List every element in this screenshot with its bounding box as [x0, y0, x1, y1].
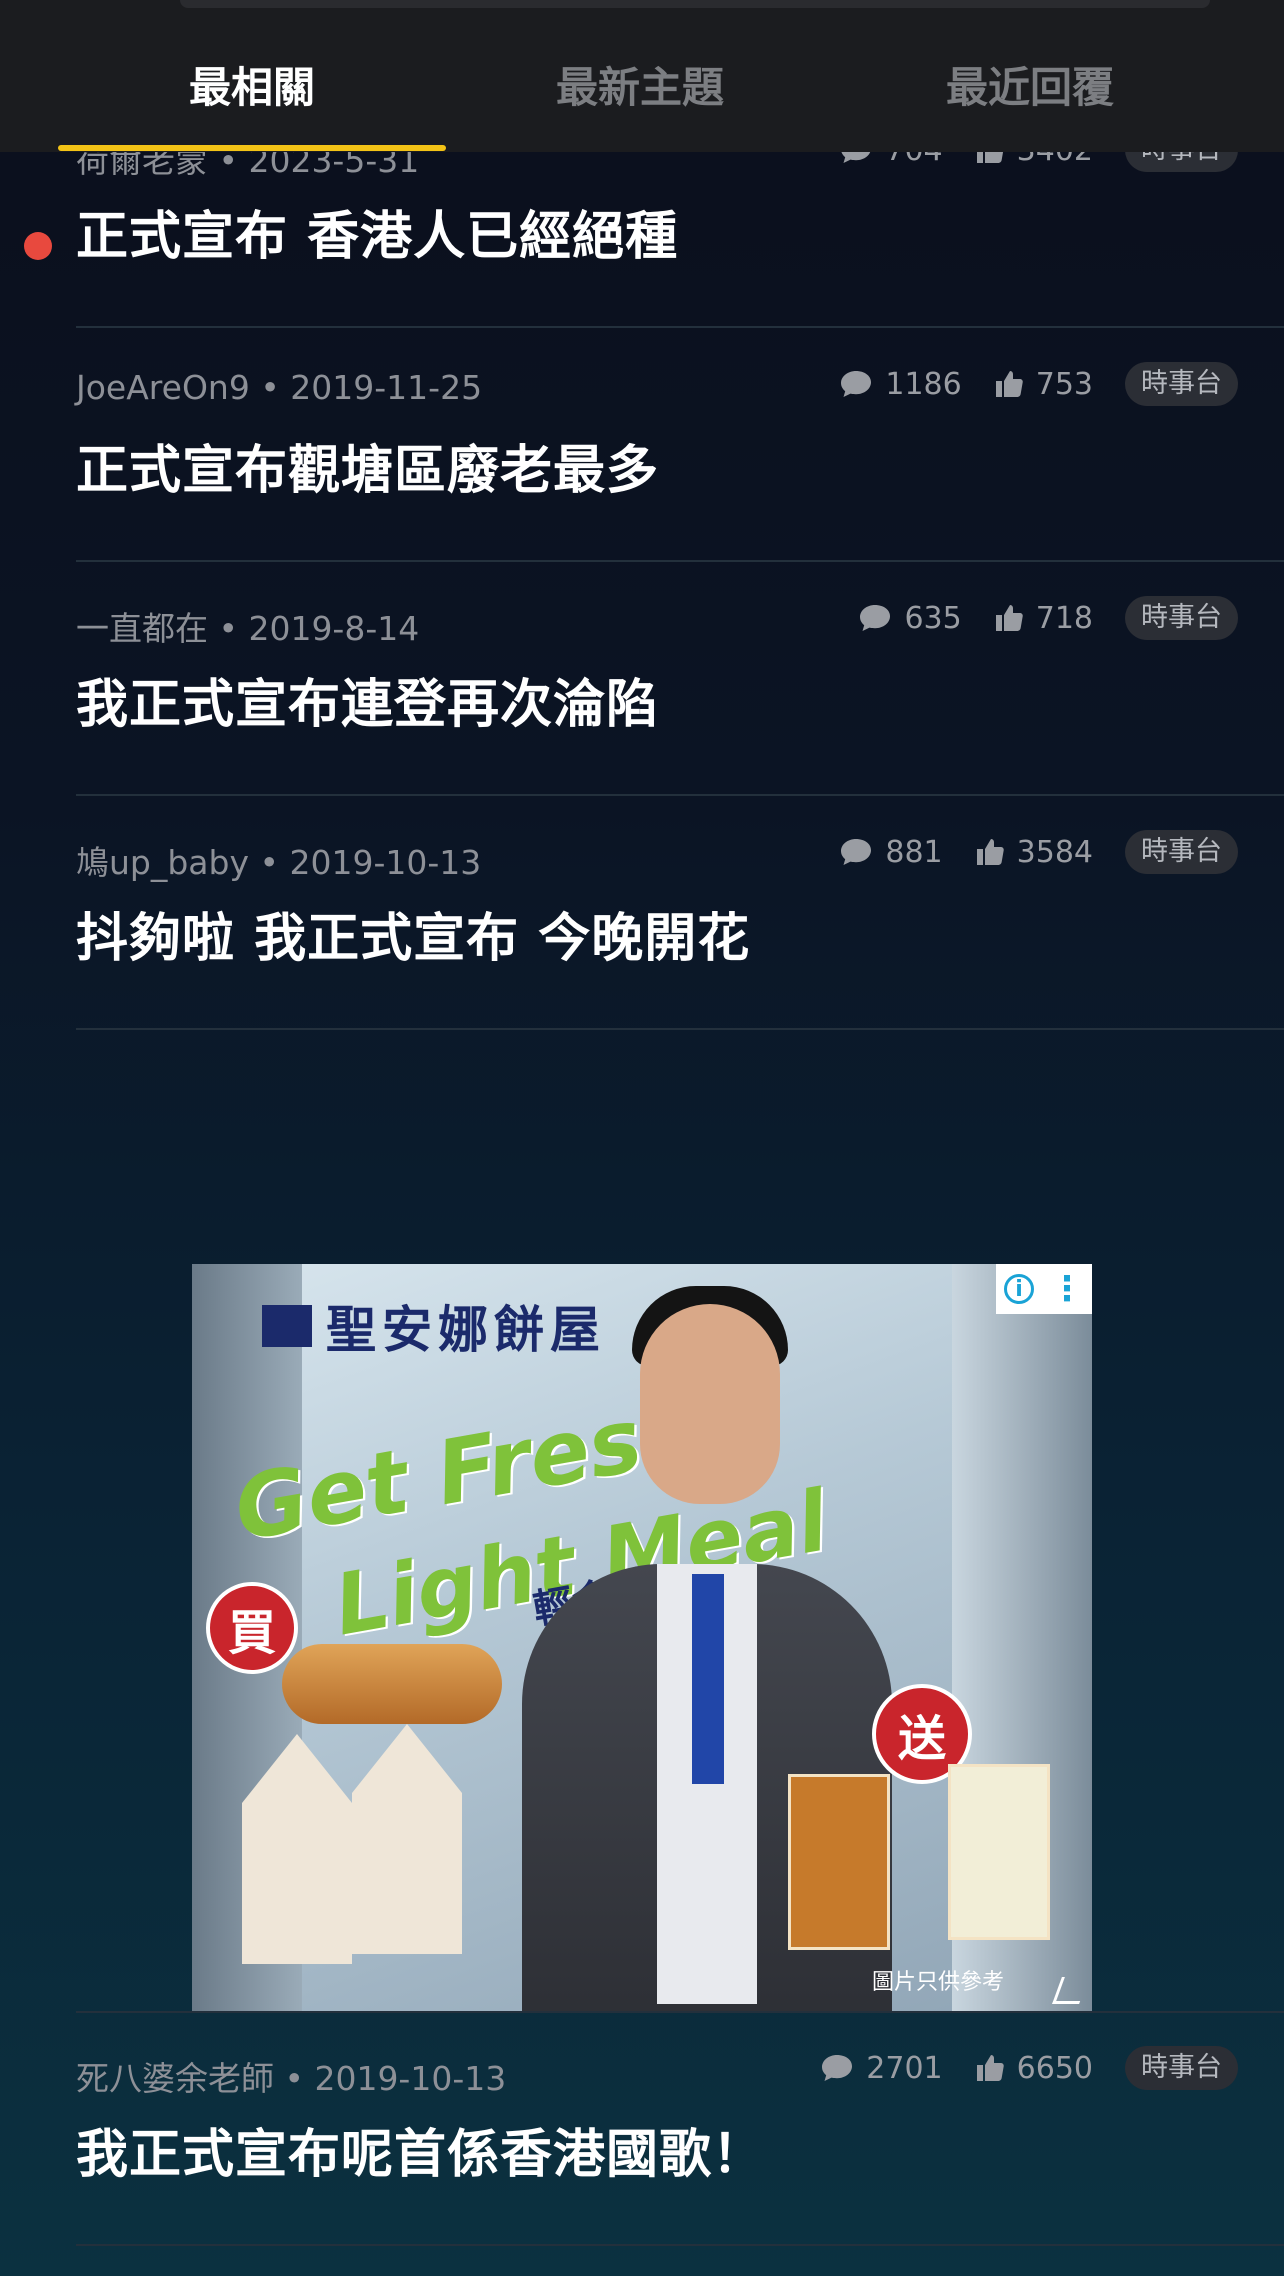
thread-author[interactable]: 一直都在 [76, 609, 208, 648]
meta-separator: • [274, 2059, 315, 2098]
like-count: 718 [994, 601, 1093, 636]
reply-count: 635 [858, 600, 962, 636]
ad-buy-badge: 買 [206, 1582, 298, 1674]
advertisement[interactable]: 聖安娜餅屋 Get Fresh! Light Meal 輕食簡餐 買 送 圖片只… [192, 1264, 1092, 2012]
thread-meta: 死八婆余老師 • 2019-10-13 [76, 2052, 506, 2100]
thread-meta: 一直都在 • 2019-8-14 [76, 602, 419, 650]
like-count: 753 [994, 367, 1093, 402]
thread-date: 2019-10-13 [314, 2059, 507, 2098]
like-count-value: 3584 [1016, 834, 1093, 870]
thumbs-up-icon [975, 837, 1005, 867]
reply-count-value: 635 [904, 600, 962, 636]
category-tag[interactable]: 時事台 [1125, 362, 1238, 406]
thumbs-up-icon [975, 2053, 1005, 2083]
thread-meta: 鳩up_baby • 2019-10-13 [76, 836, 481, 884]
ad-choices[interactable]: i ⋮ [996, 1264, 1092, 1314]
comment-icon [839, 369, 873, 399]
comment-icon [858, 603, 892, 633]
thread-title[interactable]: 抖夠啦 我正式宣布 今晚開花 [76, 896, 750, 971]
ad-brand: 聖安娜餅屋 [262, 1290, 606, 1362]
thread-stats: 635 718 時事台 [858, 592, 1238, 644]
meta-separator: • [208, 609, 249, 648]
like-count-value: 6650 [1016, 2050, 1093, 2086]
thread-stats: 2701 6650 時事台 [820, 2042, 1238, 2094]
thread-stats: 1186 753 時事台 [839, 358, 1238, 410]
search-bar-edge [180, 0, 1210, 8]
meta-separator: • [249, 843, 290, 882]
thread-meta: JoeAreOn9 • 2019-11-25 [76, 368, 482, 407]
ad-model-tie [692, 1574, 724, 1784]
reply-count: 881 [839, 834, 943, 870]
category-tag[interactable]: 時事台 [1125, 2046, 1238, 2090]
thread-title[interactable]: 正式宣布觀塘區廢老最多 [76, 428, 659, 503]
brand-logo-icon [262, 1305, 312, 1347]
thread-title[interactable]: 我正式宣布連登再次淪陷 [76, 662, 659, 737]
thread-row[interactable]: 一直都在 • 2019-8-14 635 718 時事台我正式宣布連登再次淪陷 [0, 562, 1284, 796]
tab-relevant[interactable]: 最相關 [62, 58, 442, 118]
thread-author[interactable]: 死八婆余老師 [76, 2059, 274, 2098]
ad-sandwich [352, 1724, 462, 1954]
comment-icon [839, 837, 873, 867]
thumbs-up-icon [994, 603, 1024, 633]
unread-dot [24, 232, 52, 260]
info-icon[interactable]: i [1004, 1274, 1034, 1304]
thread-date: 2019-10-13 [289, 843, 482, 882]
divider [76, 2244, 1284, 2246]
ad-bread-roll [282, 1644, 502, 1724]
comment-icon [820, 2053, 854, 2083]
reply-count-value: 881 [885, 834, 943, 870]
category-tag[interactable]: 時事台 [1125, 596, 1238, 640]
meta-separator: • [249, 368, 291, 407]
category-tag[interactable]: 時事台 [1125, 830, 1238, 874]
thread-author[interactable]: 鳩up_baby [76, 843, 249, 882]
ad-drink-carton [788, 1774, 890, 1950]
thread-date: 2019-8-14 [248, 609, 420, 648]
thread-row[interactable]: 死八婆余老師 • 2019-10-13 2701 6650 時事台我正式宣布呢首係香港… [0, 2012, 1284, 2246]
reply-count-value: 2701 [866, 2050, 943, 2086]
like-count-value: 718 [1035, 600, 1093, 636]
thread-date: 2019-11-25 [290, 368, 483, 407]
more-options-icon[interactable]: ⋮ [1050, 1272, 1084, 1306]
ad-brand-name: 聖安娜餅屋 [326, 1301, 606, 1359]
tab-bar: 最相關 最新主題 最近回覆 [0, 0, 1284, 152]
thumbs-up-icon [994, 369, 1024, 399]
thread-row[interactable]: JoeAreOn9 • 2019-11-25 1186 753 時事台正式宣布觀塘區廢… [0, 328, 1284, 562]
thread-author[interactable]: JoeAreOn9 [76, 368, 250, 407]
like-count-value: 753 [1035, 366, 1093, 402]
reply-count-value: 1186 [885, 366, 962, 402]
ad-drink-carton [948, 1764, 1050, 1940]
reply-count: 2701 [820, 2050, 943, 2086]
divider [76, 2011, 1284, 2013]
like-count: 6650 [975, 2051, 1093, 2086]
thread-title[interactable]: 我正式宣布呢首係香港國歌！ [76, 2112, 765, 2187]
like-count: 3584 [975, 835, 1093, 870]
tab-newest[interactable]: 最新主題 [450, 58, 830, 118]
thread-title[interactable]: 正式宣布 香港人已經絕種 [76, 194, 678, 269]
tab-recent-reply[interactable]: 最近回覆 [840, 58, 1220, 118]
reply-count: 1186 [839, 366, 962, 402]
thread-row[interactable]: 鳩up_baby • 2019-10-13 881 3584 時事台抖夠啦 我正式宣布… [0, 796, 1284, 1030]
thread-stats: 881 3584 時事台 [839, 826, 1238, 878]
divider [76, 1028, 1284, 1030]
ad-model-head [640, 1304, 780, 1504]
active-tab-indicator [58, 145, 446, 151]
ad-caption: 圖片只供參考 [872, 1970, 1005, 1995]
